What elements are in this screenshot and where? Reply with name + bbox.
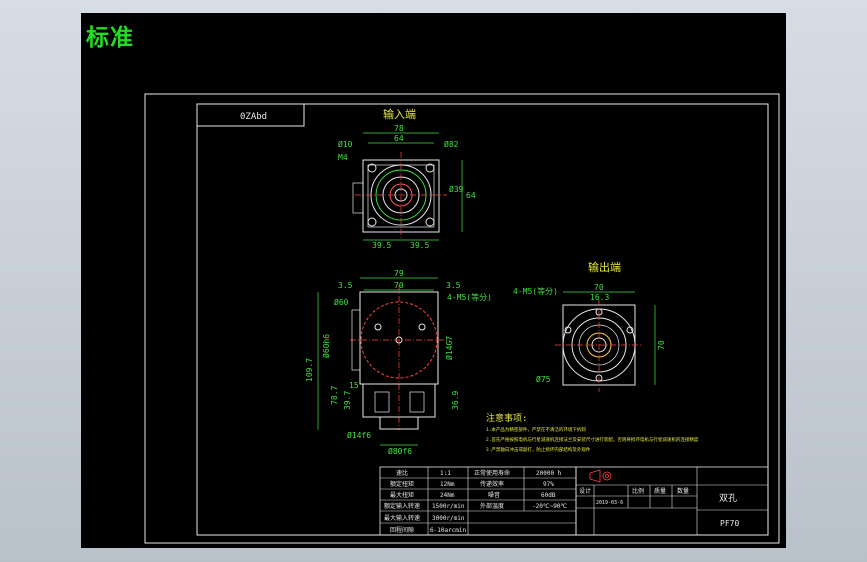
notes-line-1: 1.本产品为精密部件，严禁在不清洁的环境下拆卸 <box>486 426 586 433</box>
drawing-canvas: 0ZAbd 输入端 78 64 Ø10 Ø82 M4 39.5 39.5 64 … <box>144 93 780 544</box>
input-side-boss <box>352 182 364 214</box>
spec-cell: 20000 h <box>536 470 562 477</box>
notes-title: 注意事项: <box>486 412 527 424</box>
input-view: 输入端 78 64 Ø10 Ø82 M4 39.5 39.5 64 Ø39 <box>338 107 476 250</box>
side-dim-60h6: Ø60h6 <box>321 334 331 358</box>
spec-cell: 1500r/min <box>432 503 465 510</box>
side-view: 79 70 3.5 3.5 4-M5(等分) Ø60 Ø60h6 Ø14G7 1… <box>305 269 492 456</box>
title-designer: 2019-03-6 <box>596 500 623 506</box>
input-dim-64: 64 <box>394 134 404 143</box>
spec-cell: 噪音 <box>488 491 500 499</box>
side-dim-36: 36.9 <box>451 391 460 410</box>
input-dim-pilot: Ø39 <box>449 184 464 194</box>
input-dim-bolt: Ø82 <box>444 139 459 149</box>
input-view-title: 输入端 <box>383 107 416 121</box>
side-dim-14g7: Ø14G7 <box>444 336 454 360</box>
side-dim-left-off: 3.5 <box>338 281 353 290</box>
spec-cell: -20℃~90℃ <box>532 503 567 510</box>
side-dim-height-total: 109.7 <box>305 358 314 382</box>
spec-cell: 外部温度 <box>480 502 504 510</box>
spec-cell: 最大输入转速 <box>384 514 420 522</box>
spec-cell: 额定扭矩 <box>390 480 414 488</box>
spec-cell: 最大扭矩 <box>390 491 414 499</box>
spec-cell: 正常使用寿命 <box>474 469 510 477</box>
side-dim-39: 39.7 <box>343 391 352 410</box>
spec-cell: 24Nm <box>440 492 455 499</box>
spec-table-outline <box>379 466 577 536</box>
output-dim-circle: Ø75 <box>536 374 551 384</box>
spec-cell: 3000r/min <box>432 515 465 522</box>
input-dim-pitch-left: 39.5 <box>372 241 391 250</box>
spec-cell: 速比 <box>396 469 408 477</box>
input-dim-hole: Ø10 <box>338 139 353 149</box>
side-dim-15: 15 <box>349 381 359 390</box>
side-dim-78: 78.7 <box>330 386 339 405</box>
side-dim-flange: Ø80f6 <box>388 446 412 456</box>
notes: 注意事项: 1.本产品为精密部件，严禁在不清洁的环境下拆卸 2.首先严格按照电机… <box>486 412 699 453</box>
spec-cell: 6-10arcmin <box>430 527 467 534</box>
input-dim-height: 64 <box>466 191 476 200</box>
side-dim-70: 70 <box>394 281 404 290</box>
spec-cell: 传递效率 <box>480 480 504 488</box>
input-corner-hole-bl <box>367 217 377 227</box>
title-name: 双孔 <box>719 493 737 504</box>
side-dim-shaft: Ø14f6 <box>347 430 371 440</box>
side-dim-79: 79 <box>394 269 404 278</box>
title-label-scale: 比例 <box>632 487 644 495</box>
title-block: 设计 比例 质量 数量 2019-03-6 双孔 PF70 <box>575 466 769 536</box>
output-view-title: 输出端 <box>588 260 621 274</box>
output-dim-key: 16.3 <box>590 293 609 302</box>
spec-cell: 额定输入转速 <box>384 502 420 510</box>
projection-symbol-icon <box>589 469 601 483</box>
output-view: 输出端 70 16.3 4-M5(等分) 70 Ø75 <box>513 260 666 392</box>
notes-line-3: 3.严禁轴向冲击或敲打，防止损坏内部结构及外观件 <box>486 446 591 453</box>
title-label-design: 设计 <box>579 487 591 495</box>
spec-cell: 12Nm <box>440 481 455 488</box>
output-dim-height: 70 <box>657 340 666 350</box>
side-dim-bolt-holes: 4-M5(等分) <box>447 292 492 302</box>
code-box-text: 0ZAbd <box>240 112 267 122</box>
spec-cell: 回程间隙 <box>390 526 414 534</box>
input-dim-thread: M4 <box>338 153 348 162</box>
spec-cell: 1:1 <box>440 470 451 477</box>
side-dim-60: Ø60 <box>334 297 349 307</box>
side-hole-2 <box>418 323 426 331</box>
title-label-mass: 质量 <box>654 487 666 495</box>
spec-cell: 60dB <box>541 492 556 499</box>
input-dim-78: 78 <box>394 124 404 133</box>
title-label-qty: 数量 <box>677 487 689 495</box>
projection-circle-icon <box>602 471 612 481</box>
spec-table: 速比 1:1 正常使用寿命 20000 h 额定扭矩 12Nm 传递效率 97%… <box>379 466 577 536</box>
side-dim-right-off: 3.5 <box>446 281 461 290</box>
side-shaft-left <box>374 391 390 413</box>
side-hole-1 <box>374 323 382 331</box>
notes-line-2: 2.首先严格按照电机与行星减速机连接法兰及安装尺寸进行装配，否则将损坏电机与行星… <box>486 436 699 443</box>
side-shaft-right <box>409 391 425 413</box>
output-dim-width: 70 <box>594 283 604 292</box>
projection-dot-icon <box>605 474 609 478</box>
title-model: PF70 <box>720 519 739 528</box>
output-dim-holes: 4-M5(等分) <box>513 286 558 296</box>
input-corner-hole-br <box>425 217 435 227</box>
input-dim-pitch-right: 39.5 <box>410 241 429 250</box>
spec-cell: 97% <box>543 481 554 488</box>
